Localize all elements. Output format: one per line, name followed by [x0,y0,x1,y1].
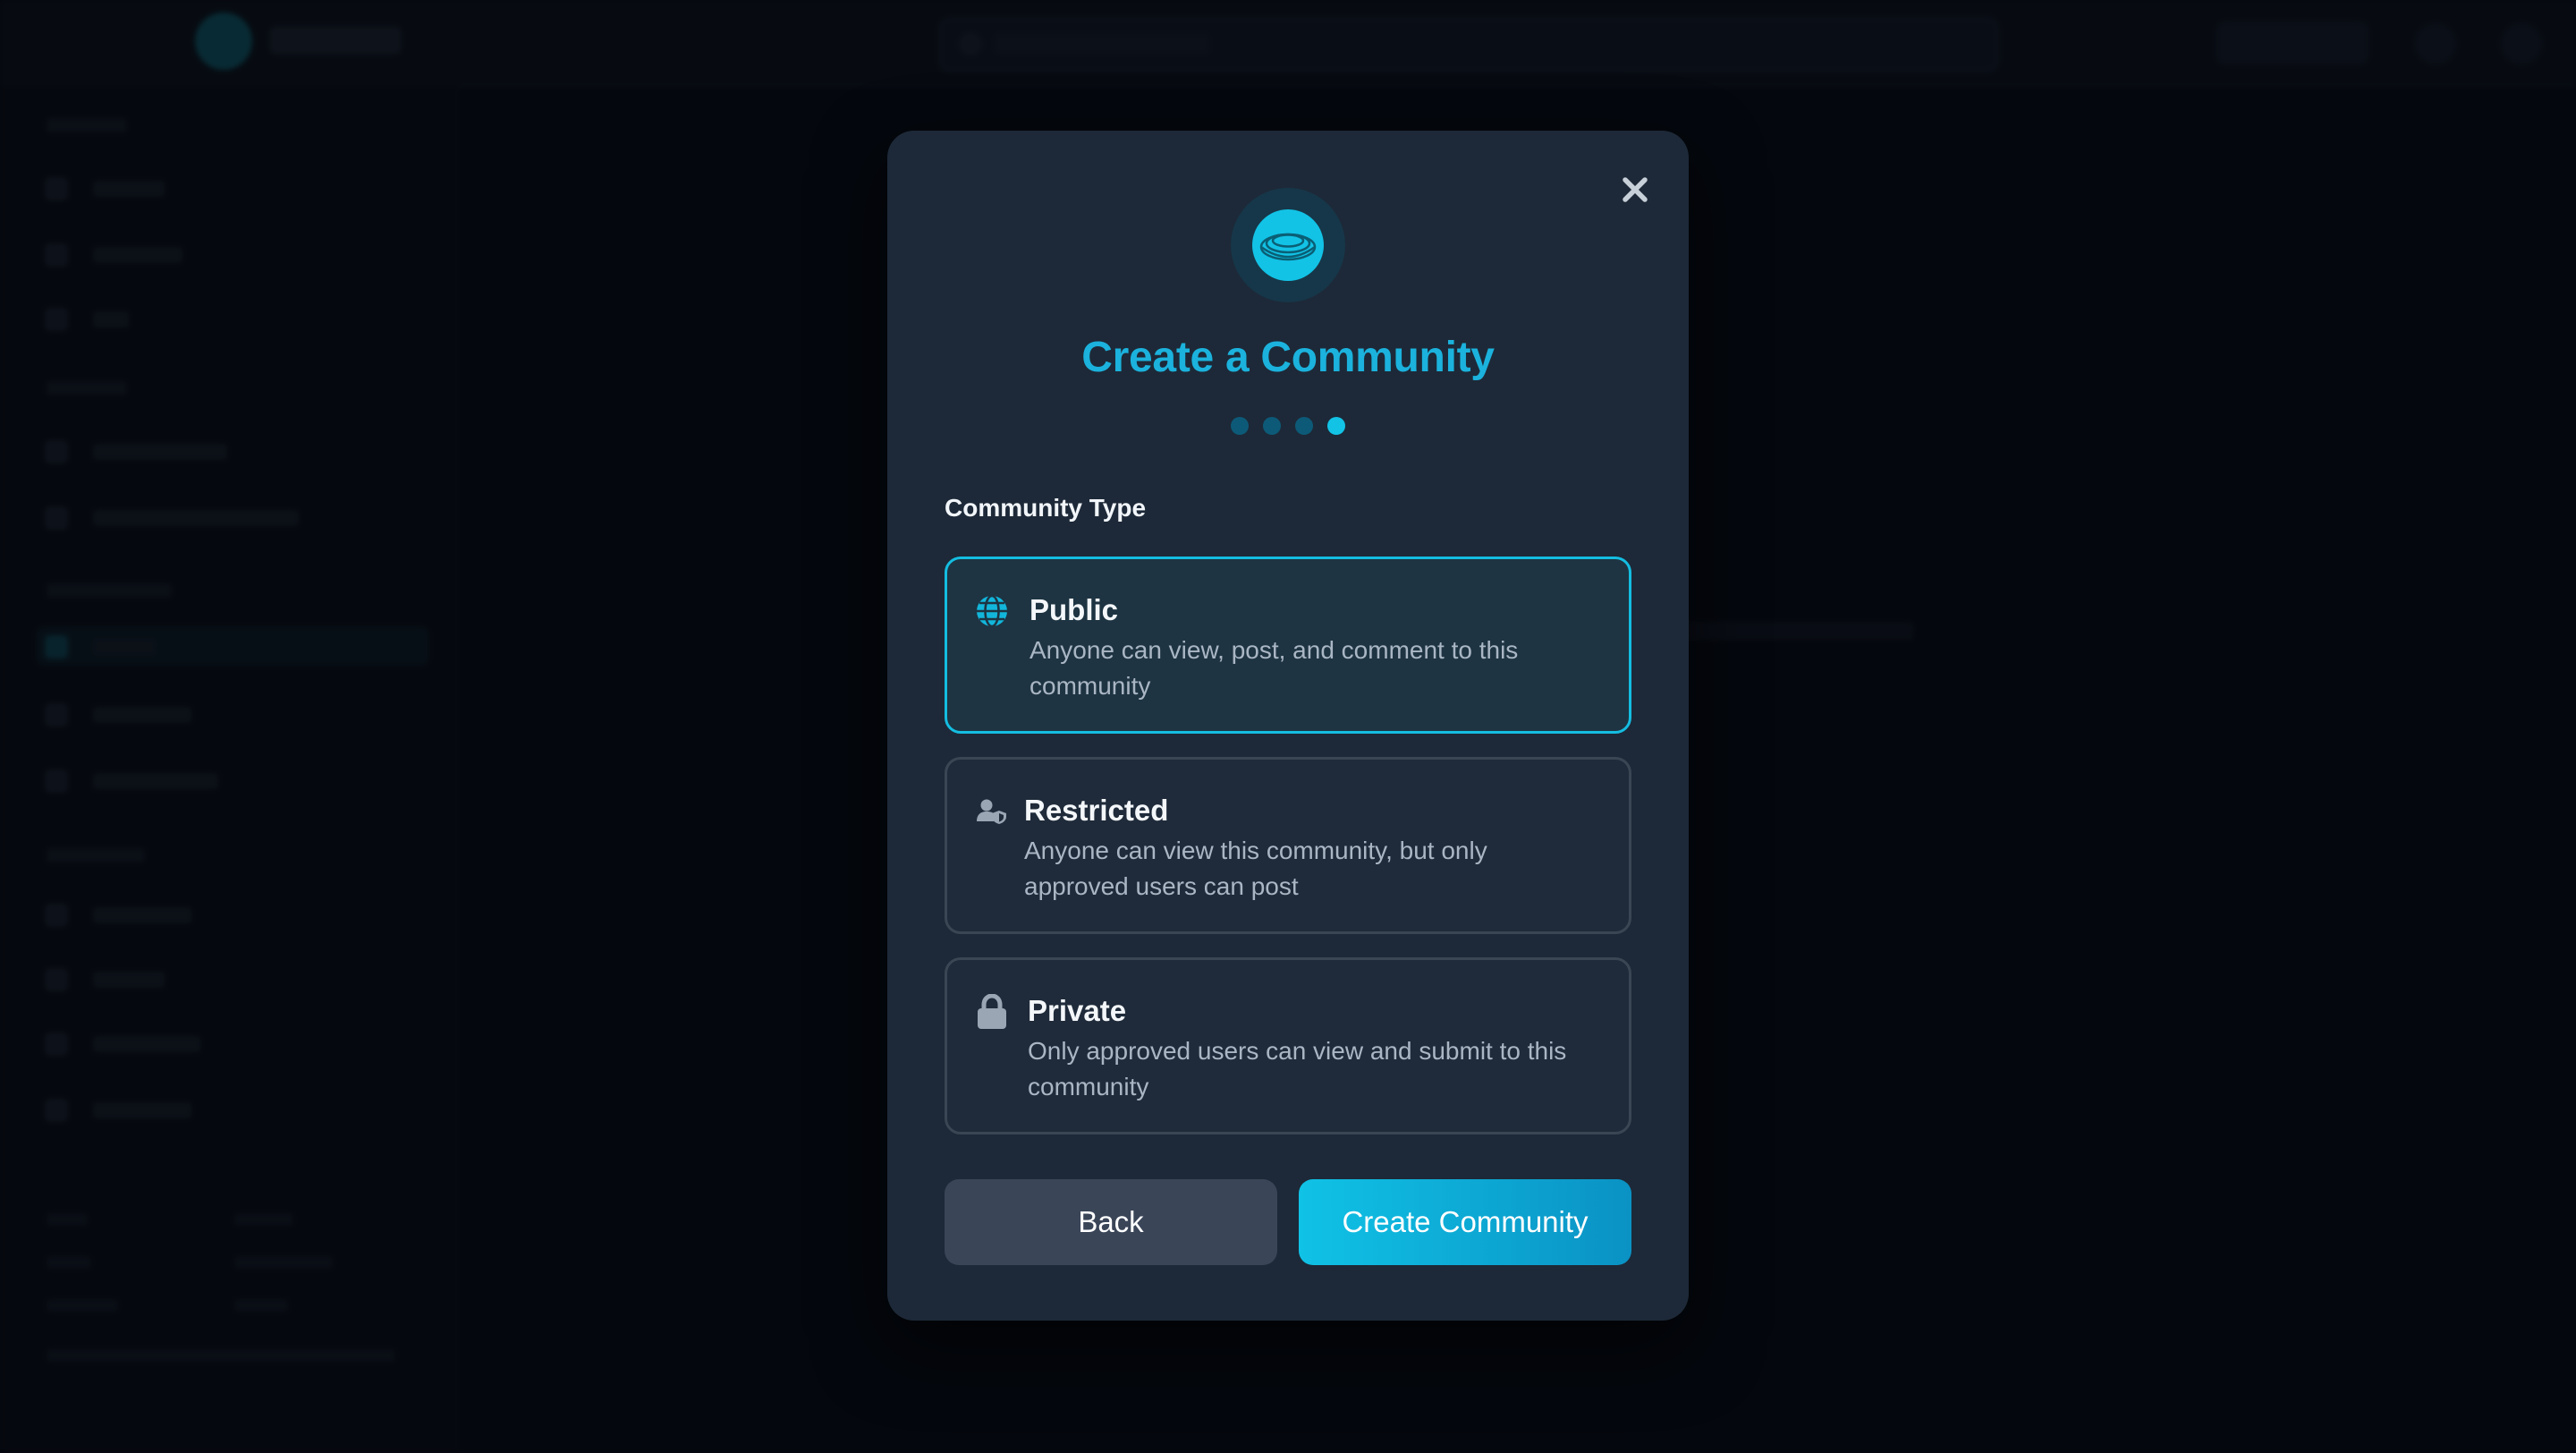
option-private-description: Only approved users can view and submit … [1028,1037,1567,1100]
option-public-description: Anyone can view, post, and comment to th… [1030,636,1519,700]
option-restricted-title: Restricted [1024,794,1169,827]
option-private[interactable]: Private Only approved users can view and… [945,957,1631,1134]
step-indicator [1231,415,1345,437]
create-community-button[interactable]: Create Community [1299,1179,1631,1265]
close-button[interactable] [1608,163,1662,217]
step-dot-1 [1231,417,1249,435]
community-hero-icon [1231,188,1345,302]
option-public[interactable]: Public Anyone can view, post, and commen… [945,557,1631,734]
lock-icon [974,994,1010,1030]
option-restricted[interactable]: Restricted Anyone can view this communit… [945,757,1631,934]
option-public-title: Public [1030,593,1119,626]
option-private-title: Private [1028,994,1127,1027]
user-shield-icon [974,794,1010,829]
globe-icon [974,593,1010,629]
step-dot-4-active [1327,417,1345,435]
step-dot-3 [1295,417,1313,435]
modal-title: Create a Community [1081,334,1495,381]
option-restricted-description: Anyone can view this community, but only… [1024,837,1487,900]
create-community-modal: Create a Community Community Type Public… [887,131,1689,1321]
community-type-label: Community Type [945,494,1147,522]
step-dot-2 [1263,417,1281,435]
community-disc-icon [1252,209,1324,281]
close-icon [1623,177,1648,202]
back-button[interactable]: Back [945,1179,1277,1265]
